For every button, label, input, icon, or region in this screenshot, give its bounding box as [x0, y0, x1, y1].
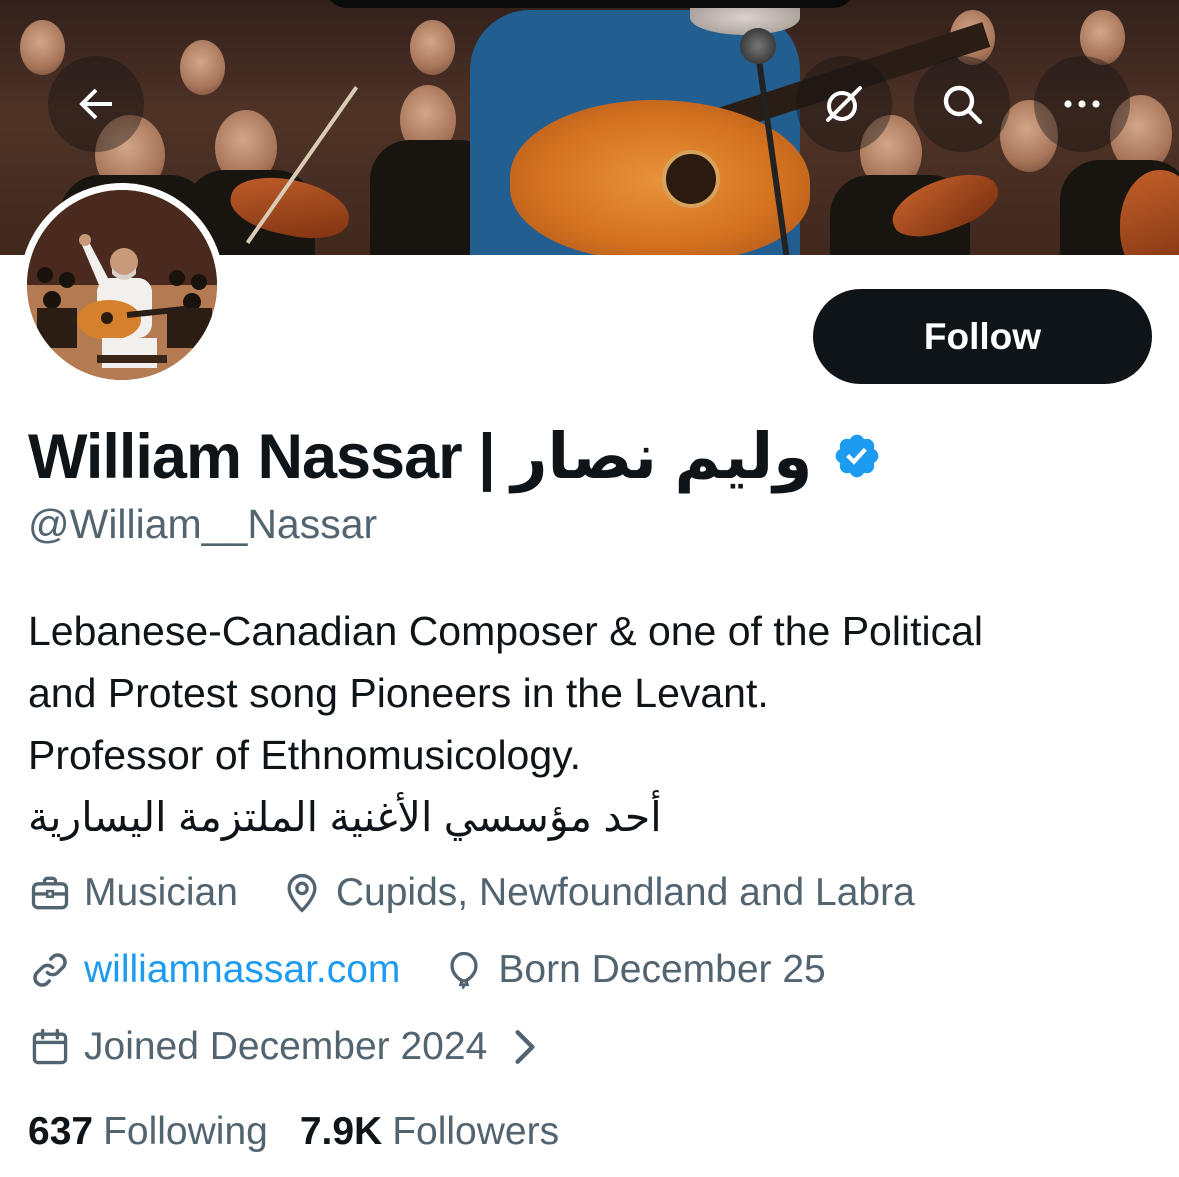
arrow-left-icon	[79, 88, 112, 120]
grok-button[interactable]	[796, 56, 892, 152]
profile-page: Follow William Nassar | وليم نصار @Willi…	[0, 0, 1179, 1177]
device-notch	[325, 0, 855, 8]
banner-figure	[410, 20, 455, 75]
display-name: William Nassar | وليم نصار	[28, 421, 813, 492]
profile-name-row: William Nassar | وليم نصار	[28, 414, 882, 498]
verified-badge-icon[interactable]	[832, 431, 882, 481]
bio-line: Professor of Ethnomusicology.	[28, 732, 581, 778]
followers-label: Followers	[392, 1110, 560, 1153]
website[interactable]: williamnassar.com	[28, 948, 400, 992]
birthday-text: Born December 25	[498, 948, 826, 991]
birthday: Born December 25	[442, 948, 826, 992]
chevron-right-icon	[515, 1030, 535, 1064]
banner-mic	[740, 28, 776, 64]
avatar-photo	[27, 190, 217, 380]
avatar[interactable]	[20, 183, 224, 387]
followers-count: 7.9K	[299, 1110, 383, 1153]
profile-bio: Lebanese-Canadian Composer & one of the …	[28, 600, 1158, 848]
meta-row-profession-location: Musician Cupids, Newfoundland and Labra	[28, 867, 915, 919]
profile-handle: @William__Nassar	[28, 501, 378, 547]
grok-icon	[826, 86, 862, 122]
joined-text: Joined December 2024	[84, 1025, 488, 1068]
banner-guitar-soundhole	[662, 150, 720, 208]
search-button[interactable]	[914, 56, 1010, 152]
bio-line: and Protest song Pioneers in the Levant.	[28, 670, 769, 716]
balloon-icon	[450, 951, 478, 990]
link-icon	[33, 953, 67, 987]
following-stat[interactable]: 637 Following	[28, 1110, 268, 1154]
briefcase-icon	[31, 876, 69, 910]
joined-date[interactable]: Joined December 2024	[28, 1025, 559, 1069]
profession: Musician	[28, 871, 238, 915]
location-pin-icon	[287, 873, 317, 913]
location-text: Cupids, Newfoundland and Labra	[335, 871, 915, 914]
avatar-image	[27, 190, 217, 380]
follow-button[interactable]: Follow	[813, 289, 1152, 384]
back-button[interactable]	[48, 56, 144, 152]
banner-figure	[180, 40, 225, 95]
banner-figure	[20, 20, 65, 75]
profession-text: Musician	[84, 871, 238, 914]
more-dots-icon	[1064, 100, 1100, 108]
meta-row-joined[interactable]: Joined December 2024	[28, 1021, 559, 1073]
meta-row-website-birthday: williamnassar.com Born December 25	[28, 944, 826, 996]
website-link[interactable]: williamnassar.com	[84, 948, 400, 992]
location: Cupids, Newfoundland and Labra	[280, 871, 915, 915]
followers-stat[interactable]: 7.9K Followers	[300, 1110, 559, 1154]
follow-button-label: Follow	[923, 315, 1042, 357]
calendar-icon	[32, 1028, 68, 1065]
following-label: Following	[103, 1110, 268, 1153]
bio-line: Lebanese-Canadian Composer & one of the …	[28, 608, 983, 654]
following-count: 637	[28, 1110, 94, 1153]
follow-stats: 637 Following 7.9K Followers	[28, 1106, 559, 1158]
search-icon	[943, 85, 983, 125]
bio-line-arabic: أحد مؤسسي الأغنية الملتزمة اليسارية	[28, 794, 662, 840]
more-button[interactable]	[1034, 56, 1130, 152]
